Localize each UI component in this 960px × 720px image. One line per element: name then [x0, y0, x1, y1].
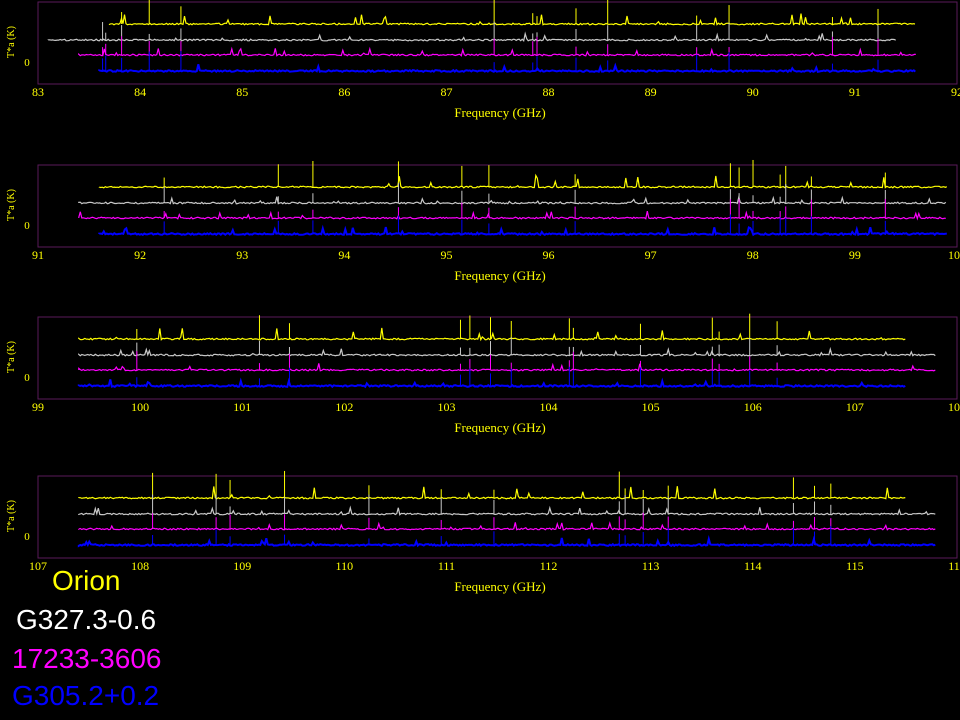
- x-tick-label: 97: [645, 248, 657, 262]
- series-line-17233-3606: [78, 46, 916, 57]
- y-axis-label: T*a (K): [6, 341, 17, 373]
- spectrum-panel-4: T*a (K) 0 107 108 109 110 111 112 113 114 115 116 Fr…: [6, 470, 960, 594]
- y-axis-label: T*a (K): [6, 500, 17, 532]
- series-line-g305-2-0-2: [98, 62, 916, 74]
- x-tick-label: 88: [543, 85, 555, 99]
- x-tick-label: 106: [744, 400, 762, 414]
- x-axis-label: Frequency (GHz): [454, 420, 545, 435]
- x-tick-label: 91: [32, 248, 44, 262]
- series-line-17233-3606: [78, 362, 936, 372]
- x-tick-label: 105: [642, 400, 660, 414]
- x-tick-label: 112: [540, 559, 558, 573]
- x-tick-label: 86: [338, 85, 350, 99]
- y-axis-label: T*a (K): [6, 189, 17, 221]
- x-tick-label: 84: [134, 85, 146, 99]
- y-zero-label: 0: [24, 372, 30, 384]
- series-line-g327-3-0-6: [78, 505, 936, 517]
- x-tick-label: 104: [540, 400, 558, 414]
- x-tick-label: 101: [233, 400, 251, 414]
- series-line-g305-2-0-2: [77, 535, 936, 548]
- series-line-orion: [78, 486, 906, 500]
- x-tick-label: 93: [236, 248, 248, 262]
- legend-entry-orion: Orion: [52, 565, 121, 596]
- x-tick-label: 103: [437, 400, 455, 414]
- x-tick-label: 98: [747, 248, 759, 262]
- x-tick-label: 107: [29, 559, 47, 573]
- series-line-g305-2-0-2: [77, 377, 906, 389]
- x-tick-label: 87: [440, 85, 452, 99]
- series-line-17233-3606: [78, 521, 936, 531]
- x-tick-label: 99: [849, 248, 861, 262]
- series-line-orion: [78, 327, 906, 342]
- x-axis-label: Frequency (GHz): [454, 579, 545, 594]
- spectrum-panel-2: T*a (K) 0 91 92 93 94 95 96 97 98 99 100 Frequency (…: [6, 159, 960, 283]
- legend-entry-17233: 17233-3606: [12, 643, 162, 674]
- series-line-g327-3-0-6: [78, 346, 936, 357]
- x-tick-label: 83: [32, 85, 44, 99]
- x-axis-label: Frequency (GHz): [454, 268, 545, 283]
- x-tick-label: 89: [645, 85, 657, 99]
- series-line-orion: [98, 173, 948, 189]
- legend-entry-g327: G327.3-0.6: [16, 604, 157, 635]
- x-tick-label: 91: [849, 85, 861, 99]
- x-tick-label: 100: [131, 400, 149, 414]
- series-line-orion: [108, 13, 916, 26]
- legend-entry-g305: G305.2+0.2: [12, 680, 160, 711]
- x-tick-label: 107: [846, 400, 864, 414]
- series-line-g305-2-0-2: [98, 224, 947, 237]
- series-line-17233-3606: [78, 210, 946, 221]
- y-zero-label: 0: [24, 531, 30, 543]
- x-tick-label: 92: [134, 248, 146, 262]
- x-tick-label: 92: [951, 85, 960, 99]
- x-tick-label: 111: [438, 559, 455, 573]
- y-zero-label: 0: [24, 220, 30, 232]
- x-tick-label: 85: [236, 85, 248, 99]
- series-line-g327-3-0-6: [47, 31, 896, 43]
- x-tick-label: 95: [440, 248, 452, 262]
- x-tick-label: 96: [543, 248, 555, 262]
- x-tick-label: 100: [948, 248, 960, 262]
- x-tick-label: 94: [338, 248, 350, 262]
- series-line-g327-3-0-6: [78, 194, 947, 205]
- spectrum-panel-3: T*a (K) 0 99 100 101 102 103 104 105 106 107 108 Fre…: [6, 313, 960, 435]
- x-axis-label: Frequency (GHz): [454, 105, 545, 120]
- x-tick-label: 99: [32, 400, 44, 414]
- y-axis-label: T*a (K): [6, 26, 17, 58]
- x-tick-label: 114: [744, 559, 762, 573]
- spectrum-panel-1: T*a (K) 0 83 84 85 86 87 88 89 90 91 92 Frequency (G…: [6, 0, 960, 120]
- x-tick-label: 110: [336, 559, 354, 573]
- x-tick-label: 90: [747, 85, 759, 99]
- x-tick-label: 115: [846, 559, 864, 573]
- x-tick-label: 113: [642, 559, 660, 573]
- x-tick-label: 109: [233, 559, 251, 573]
- y-zero-label: 0: [24, 57, 30, 69]
- x-tick-label: 116: [948, 559, 960, 573]
- x-tick-label: 108: [131, 559, 149, 573]
- x-tick-label: 102: [335, 400, 353, 414]
- x-tick-label: 108: [948, 400, 960, 414]
